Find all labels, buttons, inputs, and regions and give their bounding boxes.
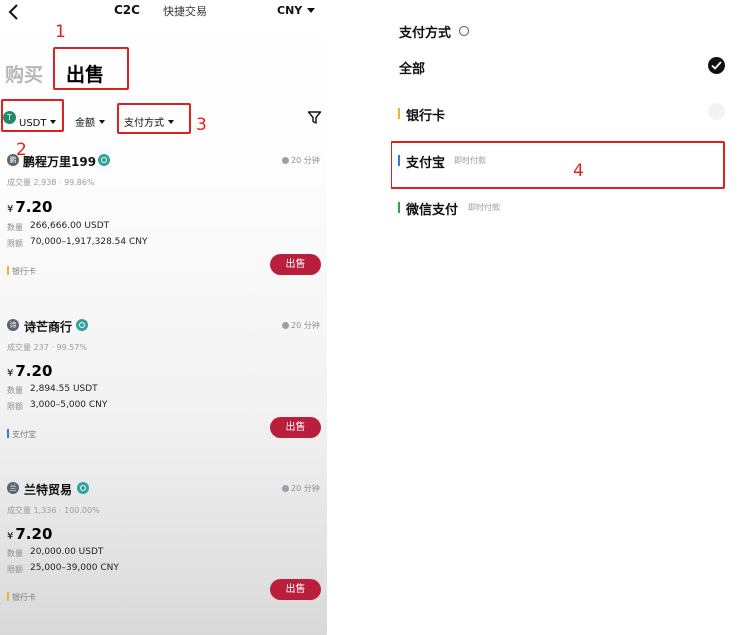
listing-card: 诗 诗芒商行 20 分钟 成交量 237 · 99.57% ¥7.20 数量 2… bbox=[0, 316, 327, 456]
sell-button[interactable]: 出售 bbox=[270, 579, 321, 600]
merchant-avatar-icon: 兰 bbox=[7, 482, 19, 494]
merchant-name[interactable]: 兰特贸易 bbox=[24, 481, 72, 498]
payment-method: 银行卡 bbox=[12, 267, 36, 276]
listing-card: 鹏 鹏程万里199 20 分钟 成交量 2,938 · 99.86% ¥7.20… bbox=[0, 150, 327, 290]
payment-method-title: 支付方式 bbox=[399, 26, 452, 41]
caret-down-icon bbox=[99, 120, 105, 124]
limit-value: 70,000–1,917,328.54 CNY bbox=[30, 237, 148, 247]
payment-method: 银行卡 bbox=[12, 593, 36, 602]
option-bank-card[interactable]: 银行卡 bbox=[406, 105, 445, 124]
merchant-name[interactable]: 鹏程万里199 bbox=[23, 153, 96, 170]
currency-symbol: ¥ bbox=[7, 368, 14, 379]
price: ¥7.20 bbox=[7, 525, 52, 543]
verified-badge-icon bbox=[77, 482, 89, 494]
quantity-value: 2,894.55 USDT bbox=[30, 384, 98, 394]
clock-icon bbox=[282, 485, 289, 492]
payment-method-sheet: 支付方式 全部 银行卡 支付宝 即时付款 微信支付 即时付款 4 bbox=[391, 0, 744, 635]
verified-badge-icon bbox=[98, 154, 110, 166]
quantity-label: 数量 bbox=[7, 223, 23, 232]
merchant-name[interactable]: 诗芒商行 bbox=[24, 318, 72, 335]
quantity-label: 数量 bbox=[7, 549, 23, 558]
check-circle-icon[interactable] bbox=[708, 57, 725, 74]
payment-color-bar bbox=[7, 266, 9, 275]
payment-color-bar bbox=[7, 429, 9, 438]
payment-time: 20 分钟 bbox=[291, 484, 320, 493]
limit-label: 限额 bbox=[7, 565, 23, 574]
annotation-box-payment-filter bbox=[117, 103, 191, 134]
merchant-avatar-icon: 鹏 bbox=[7, 154, 19, 166]
payment-color-bar bbox=[7, 592, 9, 601]
payment-method: 支付宝 bbox=[12, 430, 36, 439]
currency-symbol: ¥ bbox=[7, 531, 14, 542]
funnel-filter-icon[interactable] bbox=[307, 110, 322, 125]
back-arrow-icon[interactable] bbox=[6, 3, 22, 21]
sell-button[interactable]: 出售 bbox=[270, 417, 321, 438]
price: ¥7.20 bbox=[7, 362, 52, 380]
annotation-number-4: 4 bbox=[573, 161, 584, 181]
quantity-value: 266,666.00 USDT bbox=[30, 221, 110, 231]
trade-stats: 成交量 2,938 · 99.86% bbox=[7, 178, 95, 187]
amount-filter-label: 金额 bbox=[75, 118, 95, 129]
bank-color-bar bbox=[398, 108, 400, 119]
annotation-box-coin-filter bbox=[1, 99, 64, 132]
info-icon[interactable] bbox=[459, 26, 469, 36]
verified-badge-icon bbox=[76, 319, 88, 331]
limit-label: 限额 bbox=[7, 402, 23, 411]
quantity-value: 20,000.00 USDT bbox=[30, 547, 104, 557]
currency-label: CNY bbox=[277, 4, 303, 17]
annotation-box-alipay bbox=[391, 141, 725, 189]
header-quick-trade[interactable]: 快捷交易 bbox=[163, 3, 207, 19]
price-value: 7.20 bbox=[15, 362, 53, 380]
price: ¥7.20 bbox=[7, 198, 52, 216]
c2c-sell-screen: C2C 快捷交易 CNY 购买 出售 1 T USDT 金额 支付方式 2 3 … bbox=[0, 0, 327, 635]
trade-stats: 成交量 237 · 99.57% bbox=[7, 343, 87, 352]
quantity-label: 数量 bbox=[7, 386, 23, 395]
price-value: 7.20 bbox=[15, 198, 53, 216]
header-title-c2c[interactable]: C2C bbox=[114, 3, 140, 17]
payment-time: 20 分钟 bbox=[291, 321, 320, 330]
merchant-avatar-icon: 诗 bbox=[7, 319, 19, 331]
limit-value: 3,000–5,000 CNY bbox=[30, 400, 108, 410]
sell-button[interactable]: 出售 bbox=[270, 254, 321, 275]
tab-buy[interactable]: 购买 bbox=[5, 60, 43, 87]
listing-card: 兰 兰特贸易 20 分钟 成交量 1,336 · 100.00% ¥7.20 数… bbox=[0, 480, 327, 620]
clock-icon bbox=[282, 322, 289, 329]
wechat-color-bar bbox=[398, 202, 400, 213]
price-value: 7.20 bbox=[15, 525, 53, 543]
limit-value: 25,000–39,000 CNY bbox=[30, 563, 119, 573]
annotation-number-3: 3 bbox=[196, 115, 207, 135]
clock-icon bbox=[282, 157, 289, 164]
radio-unselected-icon[interactable] bbox=[708, 103, 725, 120]
amount-filter[interactable]: 金额 bbox=[75, 111, 105, 130]
option-wechat-pay[interactable]: 微信支付 bbox=[406, 199, 458, 218]
wechat-instant-tag: 即时付款 bbox=[468, 203, 500, 212]
payment-time: 20 分钟 bbox=[291, 156, 320, 165]
annotation-number-1: 1 bbox=[55, 22, 66, 42]
option-all[interactable]: 全部 bbox=[399, 58, 425, 77]
caret-down-icon bbox=[307, 8, 316, 13]
currency-select[interactable]: CNY bbox=[277, 4, 316, 17]
limit-label: 限额 bbox=[7, 239, 23, 248]
annotation-box-sell-tab bbox=[53, 47, 129, 90]
trade-stats: 成交量 1,336 · 100.00% bbox=[7, 506, 100, 515]
currency-symbol: ¥ bbox=[7, 204, 14, 215]
